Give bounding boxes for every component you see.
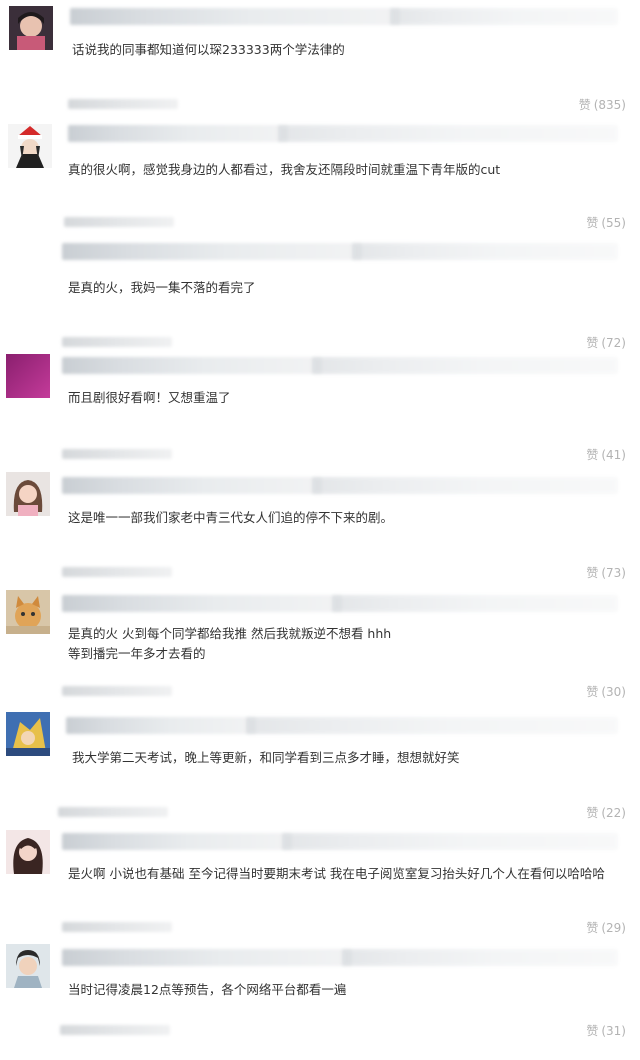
- comment-item: 当时记得凌晨12点等预告，各个网络平台都看一遍赞 (31): [0, 942, 640, 1060]
- comment-text: 我大学第二天考试，晚上等更新，和同学看到三点多才睡，想想就好笑: [72, 750, 460, 765]
- like-count: (835): [593, 98, 626, 112]
- user-avatar[interactable]: [6, 712, 50, 756]
- timestamp-blurred: [58, 807, 168, 817]
- user-avatar[interactable]: [6, 354, 50, 398]
- user-avatar[interactable]: [6, 830, 50, 874]
- comment-text: 真的很火啊，感觉我身边的人都看过，我舍友还隔段时间就重温下青年版的cut: [68, 162, 501, 177]
- timestamp-blurred: [62, 337, 172, 347]
- timestamp-blurred: [62, 449, 172, 459]
- user-avatar[interactable]: [6, 944, 50, 988]
- like-label: 赞: [586, 336, 599, 350]
- username-blurred[interactable]: [68, 125, 288, 142]
- comment-item: 是火啊 小说也有基础 至今记得当时要期末考试 我在电子阅览室复习抬头好几个人在看…: [0, 826, 640, 944]
- like-label: 赞: [578, 98, 591, 112]
- comment-item: 话说我的同事都知道何以琛233333两个学法律的赞 (835): [0, 0, 640, 118]
- timestamp-blurred: [64, 217, 174, 227]
- like-button[interactable]: 赞 (22): [586, 804, 626, 821]
- timestamp-blurred: [62, 922, 172, 932]
- like-count: (29): [601, 921, 626, 935]
- username-blur-fade: [342, 949, 618, 966]
- like-count: (30): [601, 685, 626, 699]
- username-blurred[interactable]: [70, 8, 400, 25]
- username-blur-fade: [282, 833, 618, 850]
- username-blurred[interactable]: [62, 949, 352, 966]
- like-button[interactable]: 赞 (73): [586, 564, 626, 581]
- timestamp-blurred: [68, 99, 178, 109]
- comment-item: 而且剧很好看啊！又想重温了赞 (41): [0, 350, 640, 468]
- username-blur-fade: [352, 243, 618, 260]
- like-button[interactable]: 赞 (29): [586, 919, 626, 936]
- username-blurred[interactable]: [62, 833, 292, 850]
- like-label: 赞: [586, 806, 599, 820]
- timestamp-blurred: [60, 1025, 170, 1035]
- comment-text: 是真的火 火到每个同学都给我推 然后我就叛逆不想看 hhh: [68, 626, 392, 641]
- comment-text: 而且剧很好看啊！又想重温了: [68, 390, 231, 405]
- username-blurred[interactable]: [66, 717, 256, 734]
- user-avatar[interactable]: [8, 124, 52, 168]
- user-avatar[interactable]: [9, 6, 53, 50]
- comment-item: 我大学第二天考试，晚上等更新，和同学看到三点多才睡，想想就好笑赞 (22): [0, 710, 640, 828]
- like-count: (22): [601, 806, 626, 820]
- like-label: 赞: [586, 921, 599, 935]
- comment-text: 话说我的同事都知道何以琛233333两个学法律的: [72, 42, 345, 57]
- timestamp-blurred: [62, 686, 172, 696]
- like-label: 赞: [586, 448, 599, 462]
- username-blur-fade: [246, 717, 618, 734]
- comment-text: 是真的火，我妈一集不落的看完了: [68, 280, 256, 295]
- user-avatar[interactable]: [6, 472, 50, 516]
- username-blur-fade: [312, 357, 618, 374]
- like-label: 赞: [586, 216, 599, 230]
- username-blurred[interactable]: [62, 477, 322, 494]
- comment-text: 当时记得凌晨12点等预告，各个网络平台都看一遍: [68, 982, 347, 997]
- like-count: (73): [601, 566, 626, 580]
- comment-item: 真的很火啊，感觉我身边的人都看过，我舍友还隔段时间就重温下青年版的cut 赞 (55…: [0, 118, 640, 236]
- like-button[interactable]: 赞 (72): [586, 334, 626, 351]
- username-blurred[interactable]: [62, 357, 322, 374]
- like-count: (55): [601, 216, 626, 230]
- like-button[interactable]: 赞 (30): [586, 683, 626, 700]
- like-button[interactable]: 赞 (31): [586, 1022, 626, 1039]
- username-blurred[interactable]: [62, 243, 362, 260]
- username-blur-fade: [312, 477, 618, 494]
- like-button[interactable]: 赞 (835): [579, 96, 626, 113]
- comment-text: 等到播完一年多才去看的: [68, 646, 206, 661]
- comment-item: 这是唯一一部我们家老中青三代女人们追的停不下来的剧。赞 (73): [0, 470, 640, 588]
- username-blur-fade: [332, 595, 618, 612]
- username-blur-fade: [278, 125, 618, 142]
- timestamp-blurred: [62, 567, 172, 577]
- username-blurred[interactable]: [62, 595, 342, 612]
- like-button[interactable]: 赞 (41): [586, 446, 626, 463]
- like-count: (72): [601, 336, 626, 350]
- like-label: 赞: [586, 685, 599, 699]
- comment-item: 是真的火 火到每个同学都给我推 然后我就叛逆不想看 hhh 等到播完一年多才去看的…: [0, 588, 640, 706]
- like-button[interactable]: 赞 (55): [586, 214, 626, 231]
- username-blur-fade: [390, 8, 618, 25]
- comment-text: 这是唯一一部我们家老中青三代女人们追的停不下来的剧。: [68, 510, 394, 525]
- user-avatar[interactable]: [6, 590, 50, 634]
- like-label: 赞: [586, 566, 599, 580]
- comment-text: 是火啊 小说也有基础 至今记得当时要期末考试 我在电子阅览室复习抬头好几个人在看…: [68, 866, 605, 881]
- comment-item: 是真的火，我妈一集不落的看完了赞 (72): [0, 236, 640, 354]
- like-count: (41): [601, 448, 626, 462]
